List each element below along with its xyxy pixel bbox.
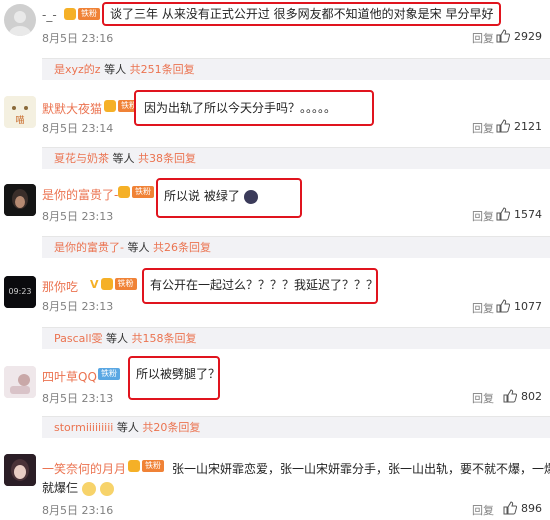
user-badges: 铁粉: [128, 460, 164, 472]
comment-text: 所以被劈腿了？: [128, 356, 220, 400]
thumbs-up-icon: [503, 389, 517, 403]
like-button[interactable]: 1574: [496, 207, 542, 221]
reply-count[interactable]: 共26条回复: [153, 241, 211, 254]
like-button[interactable]: 2929: [496, 29, 542, 43]
fan-badge: 铁粉: [98, 368, 120, 380]
like-count: 896: [521, 501, 542, 515]
emoji-icon: [99, 481, 114, 496]
comment-username[interactable]: 那你吃: [42, 278, 78, 295]
replies-summary[interactable]: 夏花与奶茶 等人 共38条回复: [42, 147, 550, 169]
reply-user[interactable]: Pascall雯: [54, 332, 103, 345]
comment-text: 因为出轨了所以今天分手吗？。。。。。: [134, 90, 374, 126]
replies-summary[interactable]: 是xyz的z 等人 共251条回复: [42, 58, 550, 80]
user-badges: V 铁粉: [90, 278, 137, 291]
fan-badge: 铁粉: [78, 8, 100, 20]
reply-user[interactable]: 是你的富贵了-: [54, 241, 124, 254]
user-badges: 铁粉: [118, 186, 154, 198]
comment-text: 张一山宋妍霏恋爱，张一山宋妍霏分手，张一山出轨，要不就不爆，一爆: [172, 462, 550, 476]
crown-icon: [64, 8, 76, 20]
user-badges: 铁粉: [98, 368, 120, 380]
reply-user[interactable]: stormiiiiiiiii: [54, 421, 113, 434]
crown-icon: [104, 100, 116, 112]
avatar[interactable]: [4, 454, 36, 486]
comment-text-line2: 就爆仨: [42, 479, 114, 496]
comment-username[interactable]: 默默大夜猫: [42, 100, 102, 117]
fan-badge: 铁粉: [114, 278, 137, 290]
comment-timestamp: 8月5日 23:16: [42, 32, 114, 45]
like-button[interactable]: 896: [503, 501, 542, 515]
avatar[interactable]: 09:23: [4, 276, 36, 308]
svg-text:喵: 喵: [15, 115, 24, 126]
reply-button[interactable]: 回复: [472, 30, 494, 46]
reply-count[interactable]: 共20条回复: [142, 421, 200, 434]
comment-username[interactable]: -_-: [42, 8, 57, 22]
crown-icon: [128, 460, 140, 472]
reply-user[interactable]: 是xyz的z: [54, 63, 101, 76]
thumbs-up-icon: [496, 29, 510, 43]
reply-count[interactable]: 共251条回复: [130, 63, 195, 76]
comment-username[interactable]: 一笑奈何的月月: [42, 460, 126, 477]
replies-summary[interactable]: 是你的富贵了- 等人 共26条回复: [42, 236, 550, 258]
like-count: 802: [521, 389, 542, 403]
comment-text: 所以说 被绿了: [156, 178, 302, 218]
like-count: 2929: [514, 29, 542, 43]
comment-username[interactable]: 是你的富贵了-: [42, 186, 118, 203]
comment-text: 谈了三年 从来没有正式公开过 很多网友都不知道他的对象是宋 早分早好: [102, 2, 502, 26]
emoji-icon: [81, 481, 96, 496]
reply-button[interactable]: 回复: [472, 390, 494, 406]
avatar[interactable]: 喵: [4, 96, 36, 128]
reply-button[interactable]: 回复: [472, 502, 494, 518]
reply-button[interactable]: 回复: [472, 120, 494, 136]
like-button[interactable]: 2121: [496, 119, 542, 133]
like-count: 2121: [514, 119, 542, 133]
crown-icon: [118, 186, 130, 198]
svg-text:09:23: 09:23: [8, 287, 31, 296]
thumbs-up-icon: [503, 501, 517, 515]
user-badges: 铁粉: [64, 8, 100, 20]
avatar[interactable]: [4, 366, 36, 398]
comment-timestamp: 8月5日 23:13: [42, 392, 114, 405]
comment-username[interactable]: 四叶草QQ: [42, 368, 97, 385]
fan-badge: 铁粉: [142, 460, 164, 472]
replies-summary[interactable]: stormiiiiiiiii 等人 共20条回复: [42, 416, 550, 438]
like-count: 1077: [514, 299, 542, 313]
crown-icon: [100, 278, 113, 290]
verified-v-icon: V: [90, 278, 99, 291]
like-count: 1574: [514, 207, 542, 221]
avatar[interactable]: [4, 184, 36, 216]
thumbs-up-icon: [496, 299, 510, 313]
comment-text: 有公开在一起过么？？？？我延迟了？？？: [142, 268, 378, 304]
reply-count[interactable]: 共158条回复: [132, 332, 197, 345]
comment-timestamp: 8月5日 23:13: [42, 300, 114, 313]
comment-timestamp: 8月5日 23:13: [42, 210, 114, 223]
emoji-icon: [243, 189, 258, 204]
avatar[interactable]: [4, 4, 36, 36]
thumbs-up-icon: [496, 207, 510, 221]
reply-button[interactable]: 回复: [472, 208, 494, 224]
comment-timestamp: 8月5日 23:16: [42, 504, 114, 517]
replies-summary[interactable]: Pascall雯 等人 共158条回复: [42, 327, 550, 349]
like-button[interactable]: 802: [503, 389, 542, 403]
thumbs-up-icon: [496, 119, 510, 133]
fan-badge: 铁粉: [132, 186, 154, 198]
reply-count[interactable]: 共38条回复: [138, 152, 196, 165]
reply-user[interactable]: 夏花与奶茶: [54, 152, 109, 165]
like-button[interactable]: 1077: [496, 299, 542, 313]
reply-button[interactable]: 回复: [472, 300, 494, 316]
comment-timestamp: 8月5日 23:14: [42, 122, 114, 135]
